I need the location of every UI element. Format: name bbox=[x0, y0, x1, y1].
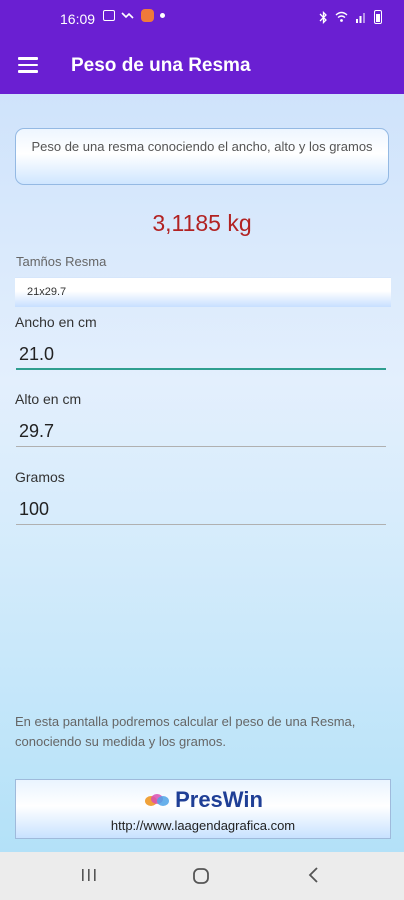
hamburger-menu-icon[interactable] bbox=[18, 57, 38, 73]
height-input[interactable]: 29.7 bbox=[16, 413, 386, 447]
home-icon[interactable] bbox=[191, 866, 211, 886]
main-content: Peso de una resma conociendo el ancho, a… bbox=[0, 94, 404, 852]
description-box: Peso de una resma conociendo el ancho, a… bbox=[15, 128, 389, 185]
bluetooth-icon bbox=[319, 10, 327, 24]
grams-label: Gramos bbox=[15, 469, 65, 485]
preswin-logo: PresWin bbox=[16, 787, 390, 813]
preswin-banner[interactable]: PresWin http://www.laagendagrafica.com bbox=[15, 779, 391, 839]
size-select-label: Tamños Resma bbox=[16, 254, 107, 269]
battery-icon bbox=[374, 10, 382, 24]
preswin-logo-icon bbox=[145, 794, 170, 806]
signal-icon bbox=[356, 13, 365, 23]
width-label: Ancho en cm bbox=[15, 314, 97, 330]
dot-icon bbox=[160, 13, 165, 18]
status-notification-icons bbox=[103, 9, 165, 22]
gallery-icon bbox=[103, 10, 115, 21]
footer-description: En esta pantalla podremos calcular el pe… bbox=[15, 714, 356, 749]
recent-apps-icon[interactable] bbox=[80, 866, 98, 884]
missed-call-icon bbox=[121, 11, 134, 19]
back-icon[interactable] bbox=[306, 866, 322, 884]
status-bar: 16:09 bbox=[0, 0, 404, 38]
status-time: 16:09 bbox=[60, 11, 96, 27]
result-weight: 3,1185 kg bbox=[152, 210, 252, 236]
size-select[interactable]: 21x29.7 bbox=[15, 277, 391, 307]
width-input[interactable]: 21.0 bbox=[16, 336, 386, 370]
app-bar: Peso de una Resma bbox=[0, 38, 404, 94]
height-label: Alto en cm bbox=[15, 391, 82, 407]
grams-input[interactable]: 100 bbox=[16, 491, 386, 525]
banner-url[interactable]: http://www.laagendagrafica.com bbox=[16, 818, 390, 833]
app-notification-icon bbox=[141, 9, 154, 22]
wifi-icon bbox=[335, 11, 348, 22]
status-system-icons bbox=[319, 10, 382, 24]
system-nav-bar bbox=[0, 852, 404, 900]
page-title: Peso de una Resma bbox=[71, 55, 251, 76]
preswin-logo-name: PresWin bbox=[175, 787, 263, 812]
